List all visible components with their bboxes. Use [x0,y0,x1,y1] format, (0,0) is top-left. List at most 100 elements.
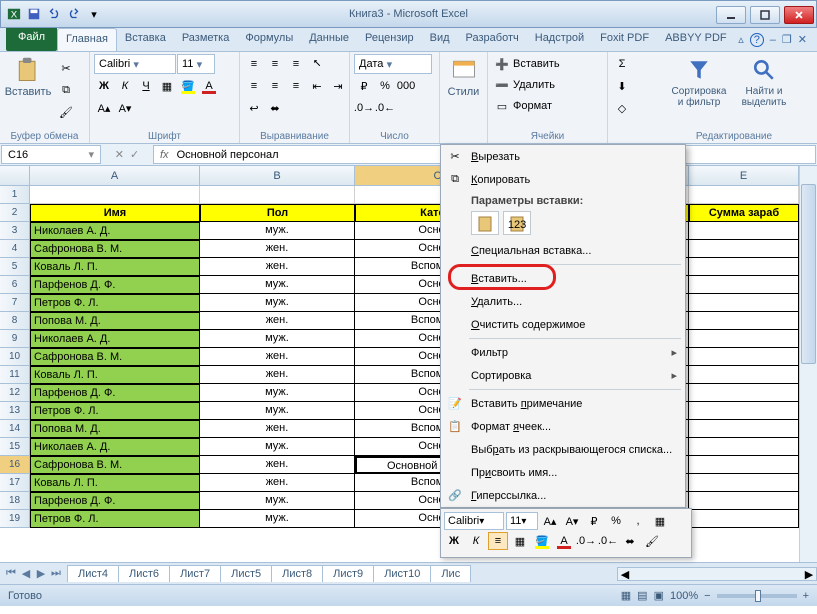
mini-align-center-icon[interactable]: ≡ [488,532,508,550]
number-format-combo[interactable]: Дата▾ [354,54,432,74]
row-header[interactable]: 7 [0,294,30,312]
cell[interactable] [689,474,799,492]
cell[interactable] [689,276,799,294]
cell[interactable] [689,384,799,402]
cell[interactable]: жен. [200,474,355,492]
mini-currency-icon[interactable]: ₽ [584,512,604,530]
mini-bold-icon[interactable]: Ж [444,532,464,550]
inc-decimal-icon[interactable]: .0→ [354,98,374,118]
row-header[interactable]: 2 [0,204,30,222]
row-header[interactable]: 18 [0,492,30,510]
cells-delete-label[interactable]: Удалить [513,79,555,91]
cell[interactable] [689,420,799,438]
view-normal-icon[interactable]: ▦ [621,589,631,602]
cell[interactable] [689,258,799,276]
tab-foxit[interactable]: Foxit PDF [592,28,657,51]
mini-size-combo[interactable]: 11 ▾ [506,512,538,530]
mini-condformat-icon[interactable]: ▦ [650,512,670,530]
ribbon-minimize-icon[interactable]: ▵ [738,33,744,46]
cell[interactable]: жен. [200,258,355,276]
align-bot-icon[interactable]: ≡ [286,54,306,74]
cells-insert-label[interactable]: Вставить [513,58,560,70]
view-layout-icon[interactable]: ▤ [637,589,647,602]
enter-formula-icon[interactable]: ✓ [130,148,139,161]
cell[interactable]: жен. [200,456,355,474]
cell[interactable] [689,366,799,384]
mdi-close-icon[interactable]: ✕ [798,33,807,46]
mini-fill-icon[interactable]: 🪣 [532,532,552,550]
sheet-tab[interactable]: Лис [430,565,471,582]
sheet-tab[interactable]: Лист10 [373,565,431,582]
col-header-B[interactable]: B [200,166,355,185]
align-mid-icon[interactable]: ≡ [265,54,285,74]
cell[interactable] [689,438,799,456]
fill-icon[interactable]: ⬇ [612,76,632,96]
border-icon[interactable]: ▦ [157,76,177,96]
row-header[interactable]: 6 [0,276,30,294]
mini-comma-icon[interactable]: , [628,512,648,530]
vertical-scrollbar[interactable] [799,166,817,562]
find-select-button[interactable]: Найти и выделить [734,54,794,110]
cell[interactable]: Коваль Л. П. [30,366,200,384]
cell[interactable]: жен. [200,312,355,330]
format-painter-icon[interactable]: 🖌 [56,102,76,122]
qat-save-icon[interactable] [25,5,43,23]
ctx-comment[interactable]: 📝Вставить примечание [441,392,685,415]
qat-dropdown-icon[interactable]: ▾ [85,5,103,23]
cell[interactable]: Попова М. Д. [30,312,200,330]
ctx-paste-special[interactable]: Специальная вставка... [441,239,685,262]
tab-addins[interactable]: Надстрой [527,28,592,51]
cell[interactable]: Коваль Л. П. [30,474,200,492]
mini-inc-dec-icon[interactable]: .0→ [576,532,596,550]
cell[interactable] [689,348,799,366]
align-top-icon[interactable]: ≡ [244,54,264,74]
cell[interactable]: Петров Ф. Л. [30,294,200,312]
tab-formulas[interactable]: Формулы [237,28,301,51]
cell[interactable] [689,402,799,420]
underline-icon[interactable]: Ч [136,76,156,96]
table-header-cell[interactable]: Пол [200,204,355,222]
tab-insert[interactable]: Вставка [117,28,174,51]
cell[interactable]: Петров Ф. Л. [30,510,200,528]
mini-grow-icon[interactable]: A▴ [540,512,560,530]
row-header[interactable]: 11 [0,366,30,384]
cell[interactable]: Николаев А. Д. [30,222,200,240]
ctx-insert[interactable]: Вставить... [441,267,685,290]
cell[interactable]: Николаев А. Д. [30,330,200,348]
paste-button[interactable]: Вставить [4,54,52,100]
font-size-combo[interactable]: 11▾ [177,54,215,74]
row-header[interactable]: 9 [0,330,30,348]
indent-inc-icon[interactable]: ⇥ [328,76,348,96]
align-right-icon[interactable]: ≡ [286,76,306,96]
cell[interactable]: Петров Ф. Л. [30,402,200,420]
mdi-restore-icon[interactable]: ❐ [782,33,792,46]
wrap-text-icon[interactable]: ↩ [244,98,264,118]
sheet-tab[interactable]: Лист5 [220,565,272,582]
row-header[interactable]: 1 [0,186,30,204]
cell[interactable] [689,294,799,312]
merge-icon[interactable]: ⬌ [265,98,285,118]
tab-nav-prev-icon[interactable]: ◀ [19,567,33,581]
font-name-combo[interactable]: Calibri▾ [94,54,176,74]
ctx-name[interactable]: Присвоить имя... [441,461,685,484]
cell[interactable]: муж. [200,330,355,348]
zoom-out-icon[interactable]: − [704,590,710,602]
comma-icon[interactable]: 000 [396,76,416,96]
ctx-sort[interactable]: Сортировка▸ [441,364,685,387]
row-header[interactable]: 17 [0,474,30,492]
tab-view[interactable]: Вид [422,28,458,51]
paste-option-1[interactable] [471,211,499,235]
ctx-hyperlink[interactable]: 🔗Гиперссылка... [441,484,685,507]
italic-icon[interactable]: К [115,76,135,96]
mini-border-icon[interactable]: ▦ [510,532,530,550]
zoom-in-icon[interactable]: + [803,590,809,602]
minimize-button[interactable] [716,6,746,24]
cells-insert-icon[interactable]: ➕ [492,54,512,74]
cell[interactable]: Парфенов Д. Ф. [30,384,200,402]
cells-delete-icon[interactable]: ➖ [492,75,512,95]
mini-painter-icon[interactable]: 🖌 [642,532,662,550]
cell[interactable] [689,222,799,240]
row-header[interactable]: 14 [0,420,30,438]
shrink-font-icon[interactable]: A▾ [115,98,135,118]
tab-layout[interactable]: Разметка [174,28,238,51]
